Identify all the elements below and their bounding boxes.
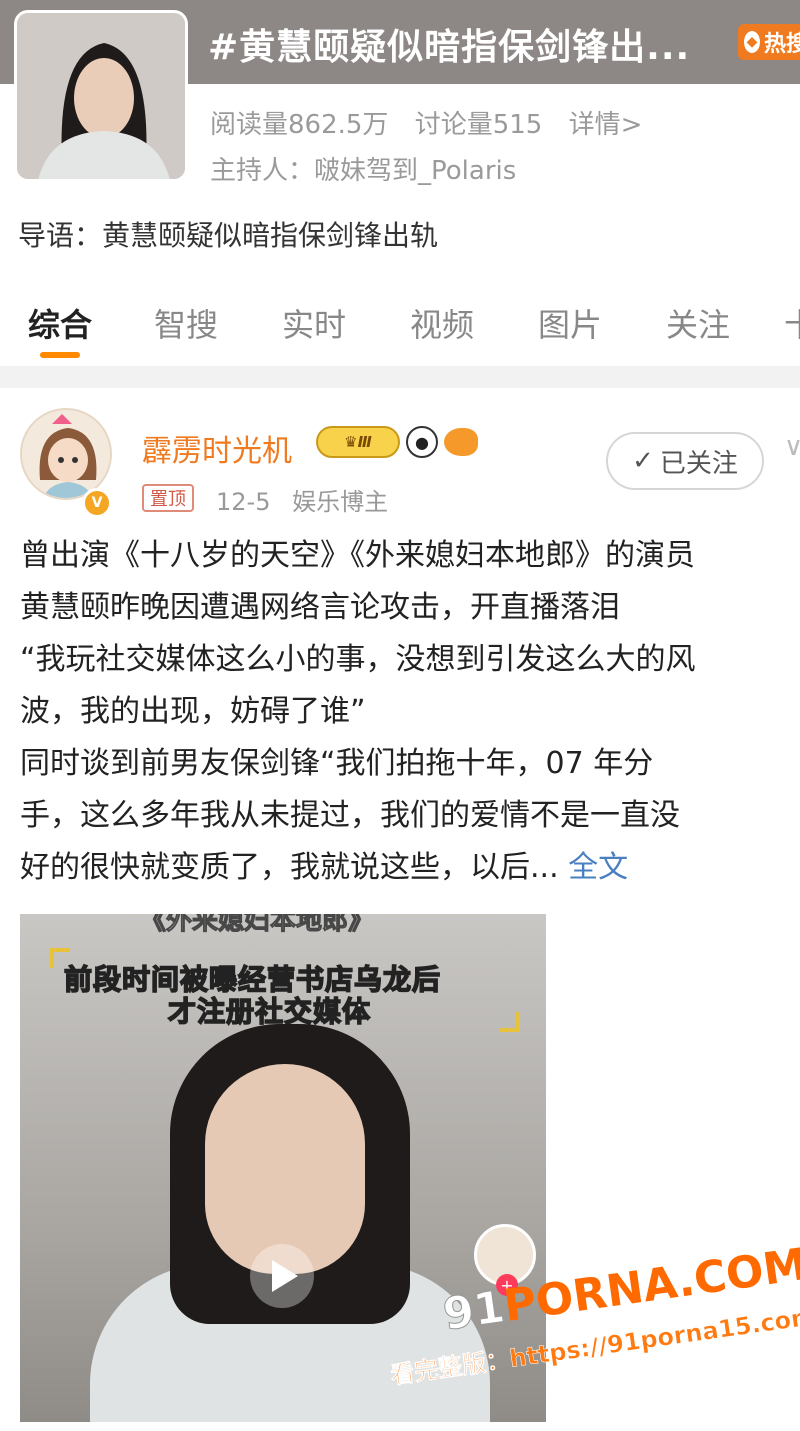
pinned-tag: 置顶 [142,484,194,512]
post-body-line: 手，这么多年我从未提过，我们的爱情不是一直没 [20,798,680,833]
topic-thumbnail[interactable] [14,10,188,182]
post-body-line: 好的很快就变质了，我就说这些，以后... [20,850,569,885]
follow-button-label: 已关注 [659,448,738,479]
search-tabs: 综合 智搜 实时 视频 图片 关注 十 [0,290,800,362]
tab-comprehensive[interactable]: 综合 [28,300,92,346]
crown-level-badge-icon[interactable]: ♛ Ⅲ [316,426,400,458]
play-icon [272,1260,298,1292]
full-text-link[interactable]: 全文 [568,850,628,885]
follow-button[interactable]: ✓ 已关注 [606,432,764,490]
post-body: 曾出演《十八岁的天空》《外来媳妇本地郎》的演员 黄慧颐昨晚因遭遇网络言论攻击，开… [20,530,800,894]
more-options-icon[interactable]: ∨ [784,432,800,462]
topic-header: #黄慧颐疑似暗指保剑锋出... ◆ 热搜 阅读量862.5万 讨论量515 详情… [0,0,800,270]
post-body-line: 同时谈到前男友保剑锋“我们拍拖十年，07 年分 [20,746,654,781]
tab-video[interactable]: 视频 [410,300,474,346]
active-tab-indicator [40,352,80,358]
panda-badge-icon[interactable]: ● [406,426,438,458]
tab-more[interactable]: 十 [784,300,800,346]
flame-icon: ◆ [744,31,760,53]
fish-badge-icon[interactable] [444,428,478,456]
tab-following[interactable]: 关注 [666,300,730,346]
author-name[interactable]: 霹雳时光机 [142,426,292,470]
video-caption-top: 《外来媳妇本地郎》 [139,914,375,937]
post-body-last-line: 好的很快就变质了，我就说这些，以后... 全文 [20,842,800,894]
topic-title: #黄慧颐疑似暗指保剑锋出... [208,27,691,68]
post-body-line: 曾出演《十八岁的天空》《外来媳妇本地郎》的演员 [20,538,695,573]
post-body-line: “我玩社交媒体这么小的事，没想到引发这么大的风 [20,642,696,677]
check-icon: ✓ [632,446,654,476]
tab-images[interactable]: 图片 [538,300,602,346]
hot-search-badge[interactable]: ◆ 热搜 [738,24,800,60]
section-divider [0,366,800,388]
read-count: 阅读量862.5万 [210,110,389,140]
video-person-face [205,1064,365,1274]
author-avatar[interactable] [20,408,112,500]
post-body-line: 黄慧颐昨晚因遭遇网络言论攻击，开直播落泪 [20,590,620,625]
post-date: 12-5 [216,488,271,516]
discussion-count: 讨论量515 [414,110,543,140]
author-category: 娱乐博主 [292,488,389,516]
topic-stats: 阅读量862.5万 讨论量515 详情> [210,104,660,141]
post-meta: 12-5 娱乐博主 [216,482,402,517]
user-badges: ♛ Ⅲ ● [316,426,478,458]
post-body-line: 波，我的出现，妨碍了谁” [20,694,366,729]
tab-smart-search[interactable]: 智搜 [154,300,218,346]
level-badge-label: Ⅲ [357,433,372,451]
tab-realtime[interactable]: 实时 [282,300,346,346]
caption-bracket-right [500,1012,520,1032]
hot-badge-label: 热搜 [763,32,800,57]
play-button[interactable] [250,1244,314,1308]
topic-intro: 导语：黄慧颐疑似暗指保剑锋出轨 [18,219,439,252]
verified-badge-icon: V [82,488,112,518]
details-link[interactable]: 详情> [569,110,643,140]
watermark-logo-number: 91 [440,1281,509,1341]
topic-host[interactable]: 主持人：啵妹驾到_Polaris [210,150,516,187]
